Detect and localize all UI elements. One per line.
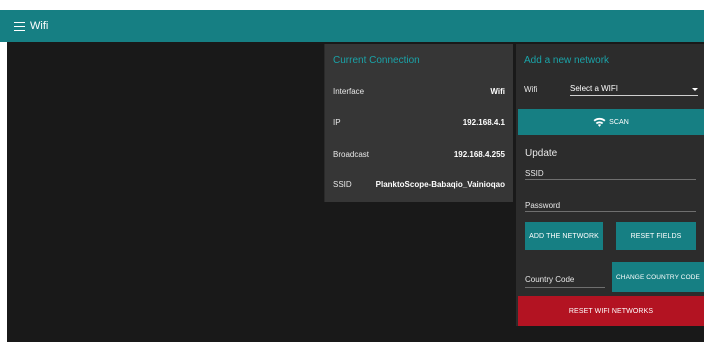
add-network-button[interactable]: ADD THE NETWORK: [525, 222, 603, 250]
app-title: Wifi: [30, 20, 49, 32]
password-field-label: Password: [525, 201, 561, 210]
scan-button[interactable]: SCAN: [518, 109, 704, 135]
ssid-field-label: SSID: [525, 169, 544, 178]
ssid-value: PlanktoScope-Babaqio_Vainioqao: [375, 180, 505, 189]
scan-button-label: SCAN: [609, 118, 629, 126]
top-app-bar: Wifi: [0, 10, 704, 42]
broadcast-value: 192.168.4.255: [453, 150, 505, 159]
interface-value: Wifi: [490, 87, 505, 96]
ip-label: IP: [333, 118, 341, 127]
change-country-code-button[interactable]: CHANGE COUNTRY CODE: [612, 262, 704, 292]
current-connection-title: Current Connection: [333, 55, 420, 66]
add-network-title: Add a new network: [524, 55, 610, 66]
update-section-title: Update: [525, 148, 558, 159]
wifi-network-select[interactable]: Select a WIFI: [570, 81, 698, 96]
hamburger-menu-icon[interactable]: [14, 21, 25, 32]
broadcast-label: Broadcast: [333, 150, 370, 159]
wifi-select-label: Wifi: [524, 85, 538, 94]
country-code-label: Country Code: [525, 275, 575, 284]
ssid-label: SSID: [333, 180, 352, 189]
interface-label: Interface: [333, 87, 365, 96]
wifi-select-value: Select a WIFI: [570, 84, 619, 93]
wifi-icon: [593, 117, 606, 127]
reset-fields-button[interactable]: RESET FIELDS: [616, 222, 696, 250]
current-connection-card: Current Connection Interface Wifi IP 192…: [324, 44, 513, 202]
caret-down-icon: [692, 88, 698, 91]
ip-value: 192.168.4.1: [462, 118, 505, 127]
ssid-field[interactable]: [525, 179, 696, 180]
reset-wifi-networks-button[interactable]: RESET WIFI NETWORKS: [518, 296, 704, 326]
wifi-page: Wifi Current Connection Interface Wifi I…: [0, 0, 704, 352]
country-code-field[interactable]: [525, 287, 605, 288]
add-network-card: Add a new network Wifi Select a WIFI SCA…: [516, 44, 704, 326]
password-field[interactable]: [525, 211, 696, 212]
